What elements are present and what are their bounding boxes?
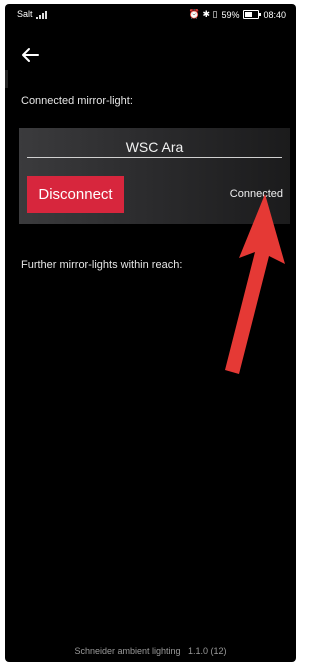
- carrier-name: Salt: [17, 9, 33, 19]
- connected-heading: Connected mirror-light:: [21, 95, 133, 107]
- status-left: Salt: [17, 9, 47, 19]
- clock: 08:40: [263, 9, 286, 20]
- divider: [27, 157, 282, 158]
- device-name: WSC Ara: [125, 139, 184, 155]
- disconnect-button[interactable]: Disconnect: [27, 176, 124, 213]
- status-icons: ⏰ ✱ ▯: [188, 9, 218, 19]
- status-bar: Salt ⏰ ✱ ▯ 59% 08:40: [5, 4, 296, 26]
- battery-percent: 59%: [221, 9, 240, 20]
- further-heading: Further mirror-lights within reach:: [21, 259, 183, 271]
- app-screen: Salt ⏰ ✱ ▯ 59% 08:40 Connected mirror-li…: [5, 4, 296, 662]
- side-button: [5, 70, 8, 88]
- status-right: ⏰ ✱ ▯ 59% 08:40: [189, 9, 286, 20]
- annotation-arrow-icon: [225, 194, 285, 374]
- app-name: Schneider ambient lighting: [74, 646, 181, 656]
- arrow-left-icon[interactable]: [19, 44, 41, 66]
- battery-icon: [243, 10, 262, 19]
- app-version: 1.1.0 (12): [188, 646, 227, 656]
- signal-icon: [35, 11, 47, 19]
- app-footer: Schneider ambient lighting 1.1.0 (12): [5, 646, 296, 656]
